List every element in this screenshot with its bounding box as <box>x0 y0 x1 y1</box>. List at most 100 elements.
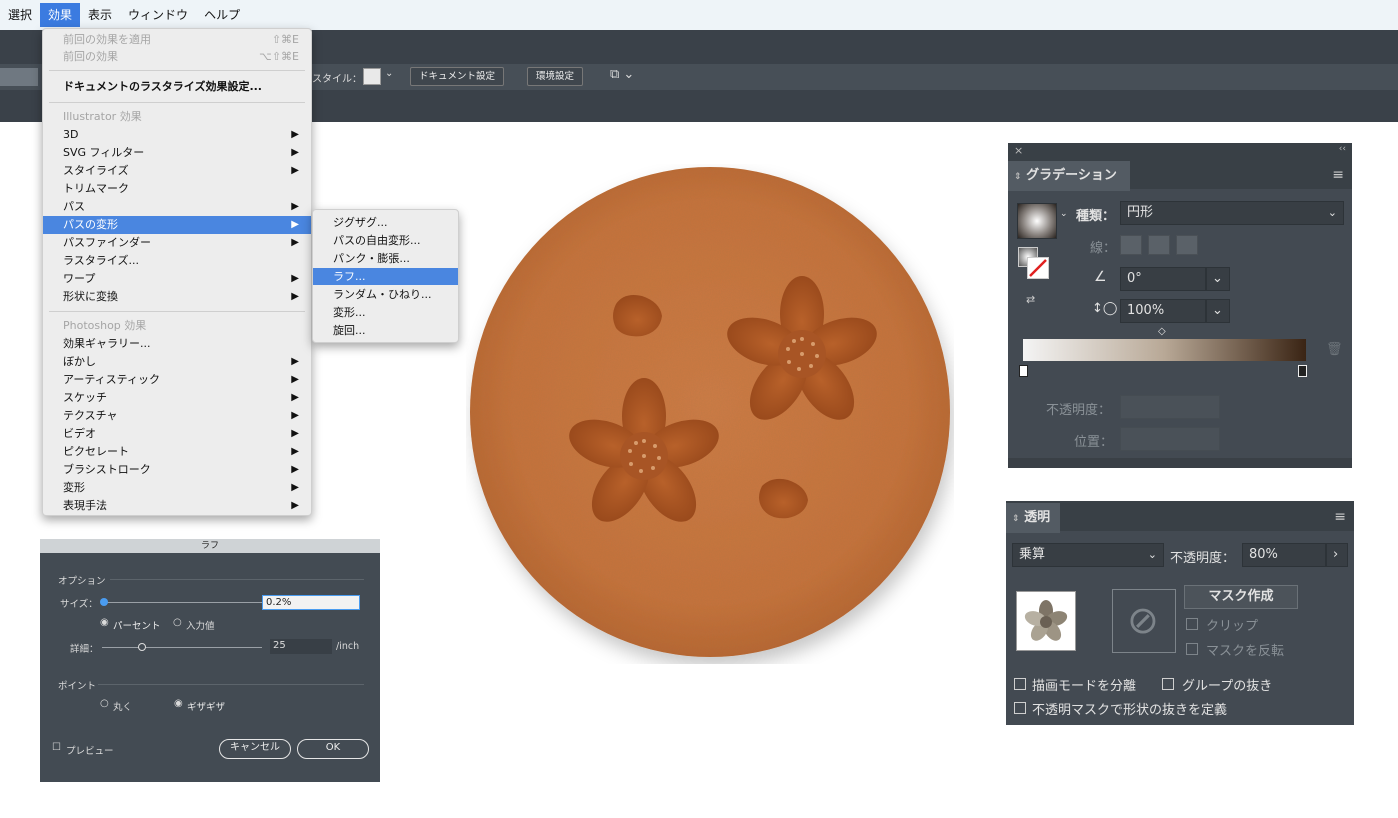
panel-menu-icon[interactable]: ≡ <box>1334 509 1346 525</box>
ok-button[interactable]: OK <box>297 739 369 759</box>
corner-radio-label[interactable]: ギザギザ <box>187 699 225 713</box>
tab-transparency[interactable]: ⇕ 透明 <box>1006 503 1060 533</box>
stop-opacity-input[interactable] <box>1120 395 1220 419</box>
collapse-icon[interactable]: ‹‹ <box>1339 144 1346 154</box>
menu-item-effect-gallery[interactable]: 効果ギャラリー... <box>43 335 311 353</box>
menu-item-warp[interactable]: ワープ ▶ <box>43 270 311 288</box>
close-icon[interactable]: × <box>1014 144 1023 157</box>
gradient-preview-swatch[interactable] <box>1017 203 1057 239</box>
tab-gradient[interactable]: ⇕ グラデーション <box>1008 161 1130 191</box>
document-setup-button[interactable]: ドキュメント設定 <box>410 67 505 86</box>
menu-view[interactable]: 表示 <box>80 3 120 27</box>
preferences-button[interactable]: 環境設定 <box>527 67 584 86</box>
menu-item-stylize-ps[interactable]: 表現手法 ▶ <box>43 497 311 515</box>
stroke-across-icon[interactable] <box>1176 235 1198 255</box>
menu-item-convert-shape[interactable]: 形状に変換 ▶ <box>43 288 311 306</box>
opacity-mask-shape-checkbox[interactable] <box>1014 702 1026 714</box>
gradient-type-dropdown[interactable]: 円形 ⌄ <box>1120 201 1344 225</box>
menu-item-rasterize[interactable]: ラスタライズ... <box>43 252 311 270</box>
submenu-item-pucker-bloat[interactable]: パンク・膨張... <box>313 250 458 267</box>
menu-item-brush-strokes[interactable]: ブラシストローク ▶ <box>43 461 311 479</box>
isolate-blending-checkbox[interactable] <box>1014 678 1026 690</box>
opacity-slider-toggle[interactable]: › <box>1326 543 1348 567</box>
menu-item-distort[interactable]: 変形 ▶ <box>43 479 311 497</box>
menu-item-distort-transform[interactable]: パスの変形 ▶ <box>43 216 311 234</box>
menu-item-pathfinder[interactable]: パスファインダー ▶ <box>43 234 311 252</box>
smooth-radio-label[interactable]: 丸く <box>113 699 132 713</box>
panel-resize-bar[interactable] <box>1008 458 1352 468</box>
absolute-radio-label[interactable]: 入力値 <box>186 618 215 632</box>
menu-item-pixelate[interactable]: ピクセレート ▶ <box>43 443 311 461</box>
angle-input[interactable]: 0° <box>1120 267 1206 291</box>
submenu-item-transform[interactable]: 変形... <box>313 304 458 321</box>
midpoint-diamond-icon[interactable]: ◇ <box>1158 326 1166 337</box>
menu-select[interactable]: 選択 <box>0 3 40 27</box>
make-mask-button[interactable]: マスク作成 <box>1184 585 1298 609</box>
submenu-item-free-distort[interactable]: パスの自由変形... <box>313 232 458 249</box>
detail-input[interactable]: 25 <box>270 639 332 654</box>
menu-item-last-effect[interactable]: 前回の効果 ⌥⇧⌘E <box>43 48 311 66</box>
menu-item-stylize[interactable]: スタイライズ ▶ <box>43 162 311 180</box>
gradient-slider[interactable] <box>1023 339 1306 361</box>
preview-label[interactable]: プレビュー <box>66 743 114 757</box>
input-value: 80% <box>1249 547 1278 562</box>
percent-radio-label[interactable]: パーセント <box>113 618 161 632</box>
menu-item-svg-filter[interactable]: SVG フィルター ▶ <box>43 144 311 162</box>
opacity-input[interactable]: 80% <box>1242 543 1326 567</box>
blend-mode-dropdown[interactable]: 乗算 ⌄ <box>1012 543 1164 567</box>
menu-item-texture[interactable]: テクスチャ ▶ <box>43 407 311 425</box>
menu-item-sketch[interactable]: スケッチ ▶ <box>43 389 311 407</box>
menu-item-raster-settings[interactable]: ドキュメントのラスタライズ効果設定... <box>43 78 311 96</box>
gradient-stop-right[interactable] <box>1298 365 1307 377</box>
control-bar-tool[interactable] <box>0 68 38 86</box>
corner-radio-dot-icon[interactable]: ◉ <box>174 698 183 709</box>
aspect-dropdown-button[interactable]: ⌄ <box>1206 299 1230 323</box>
menu-help[interactable]: ヘルプ <box>196 3 248 27</box>
submenu-item-twist[interactable]: 旋回... <box>313 322 458 339</box>
submenu-item-tweak[interactable]: ランダム・ひねり... <box>313 286 458 303</box>
submenu-item-zigzag[interactable]: ジグザグ... <box>313 214 458 231</box>
opacity-label: 不透明度： <box>1046 403 1112 418</box>
percent-radio-dot-icon[interactable]: ◉ <box>100 617 109 628</box>
menu-item-apply-last-effect[interactable]: 前回の効果を適用 ⇧⌘E <box>43 31 311 49</box>
smooth-radio-icon[interactable]: ○ <box>100 698 109 709</box>
stroke-along-icon[interactable] <box>1148 235 1170 255</box>
detail-slider-knob[interactable] <box>138 643 146 651</box>
absolute-radio-icon[interactable]: ○ <box>173 617 182 628</box>
menu-item-video[interactable]: ビデオ ▶ <box>43 425 311 443</box>
size-slider-knob[interactable] <box>100 598 108 606</box>
menu-item-artistic[interactable]: アーティスティック ▶ <box>43 371 311 389</box>
gradient-stop-left[interactable] <box>1019 365 1028 377</box>
artwork-thumbnail[interactable] <box>1016 591 1076 651</box>
stroke-none-swatch[interactable] <box>1027 257 1049 279</box>
detail-slider-track[interactable] <box>102 647 262 648</box>
invert-mask-checkbox[interactable] <box>1186 643 1198 655</box>
delete-stop-icon[interactable]: 🗑 <box>1326 342 1343 357</box>
size-input[interactable]: 0.2% <box>262 595 360 610</box>
menu-item-trim-marks[interactable]: トリムマーク <box>43 180 311 198</box>
submenu-arrow-icon: ▶ <box>291 291 299 302</box>
cancel-button[interactable]: キャンセル <box>219 739 291 759</box>
stroke-within-icon[interactable] <box>1120 235 1142 255</box>
submenu-item-roughen[interactable]: ラフ... <box>313 268 458 285</box>
arrange-documents-icon[interactable]: ⧉ ⌄ <box>610 67 634 82</box>
menu-item-blur[interactable]: ぼかし ▶ <box>43 353 311 371</box>
knockout-group-checkbox[interactable] <box>1162 678 1174 690</box>
menu-item-label: ぼかし <box>63 355 96 368</box>
mask-thumbnail[interactable]: ⊘ <box>1112 589 1176 653</box>
menu-window[interactable]: ウィンドウ <box>120 3 196 27</box>
menu-item-label: スケッチ <box>63 391 107 404</box>
menu-item-path[interactable]: パス ▶ <box>43 198 311 216</box>
reverse-gradient-icon[interactable]: ⇄ <box>1026 293 1035 306</box>
aspect-ratio-input[interactable]: 100% <box>1120 299 1206 323</box>
stop-location-input[interactable] <box>1120 427 1220 451</box>
panel-menu-icon[interactable]: ≡ <box>1332 167 1344 183</box>
preview-checkbox[interactable]: ☐ <box>52 742 61 753</box>
chevron-down-icon[interactable]: ⌄ <box>1060 209 1068 219</box>
menu-effect[interactable]: 効果 <box>40 3 81 27</box>
clip-checkbox[interactable] <box>1186 618 1198 630</box>
style-swatch[interactable] <box>363 68 381 85</box>
angle-dropdown-button[interactable]: ⌄ <box>1206 267 1230 291</box>
chevron-down-icon[interactable]: ⌄ <box>385 68 393 79</box>
menu-item-3d[interactable]: 3D ▶ <box>43 126 311 144</box>
